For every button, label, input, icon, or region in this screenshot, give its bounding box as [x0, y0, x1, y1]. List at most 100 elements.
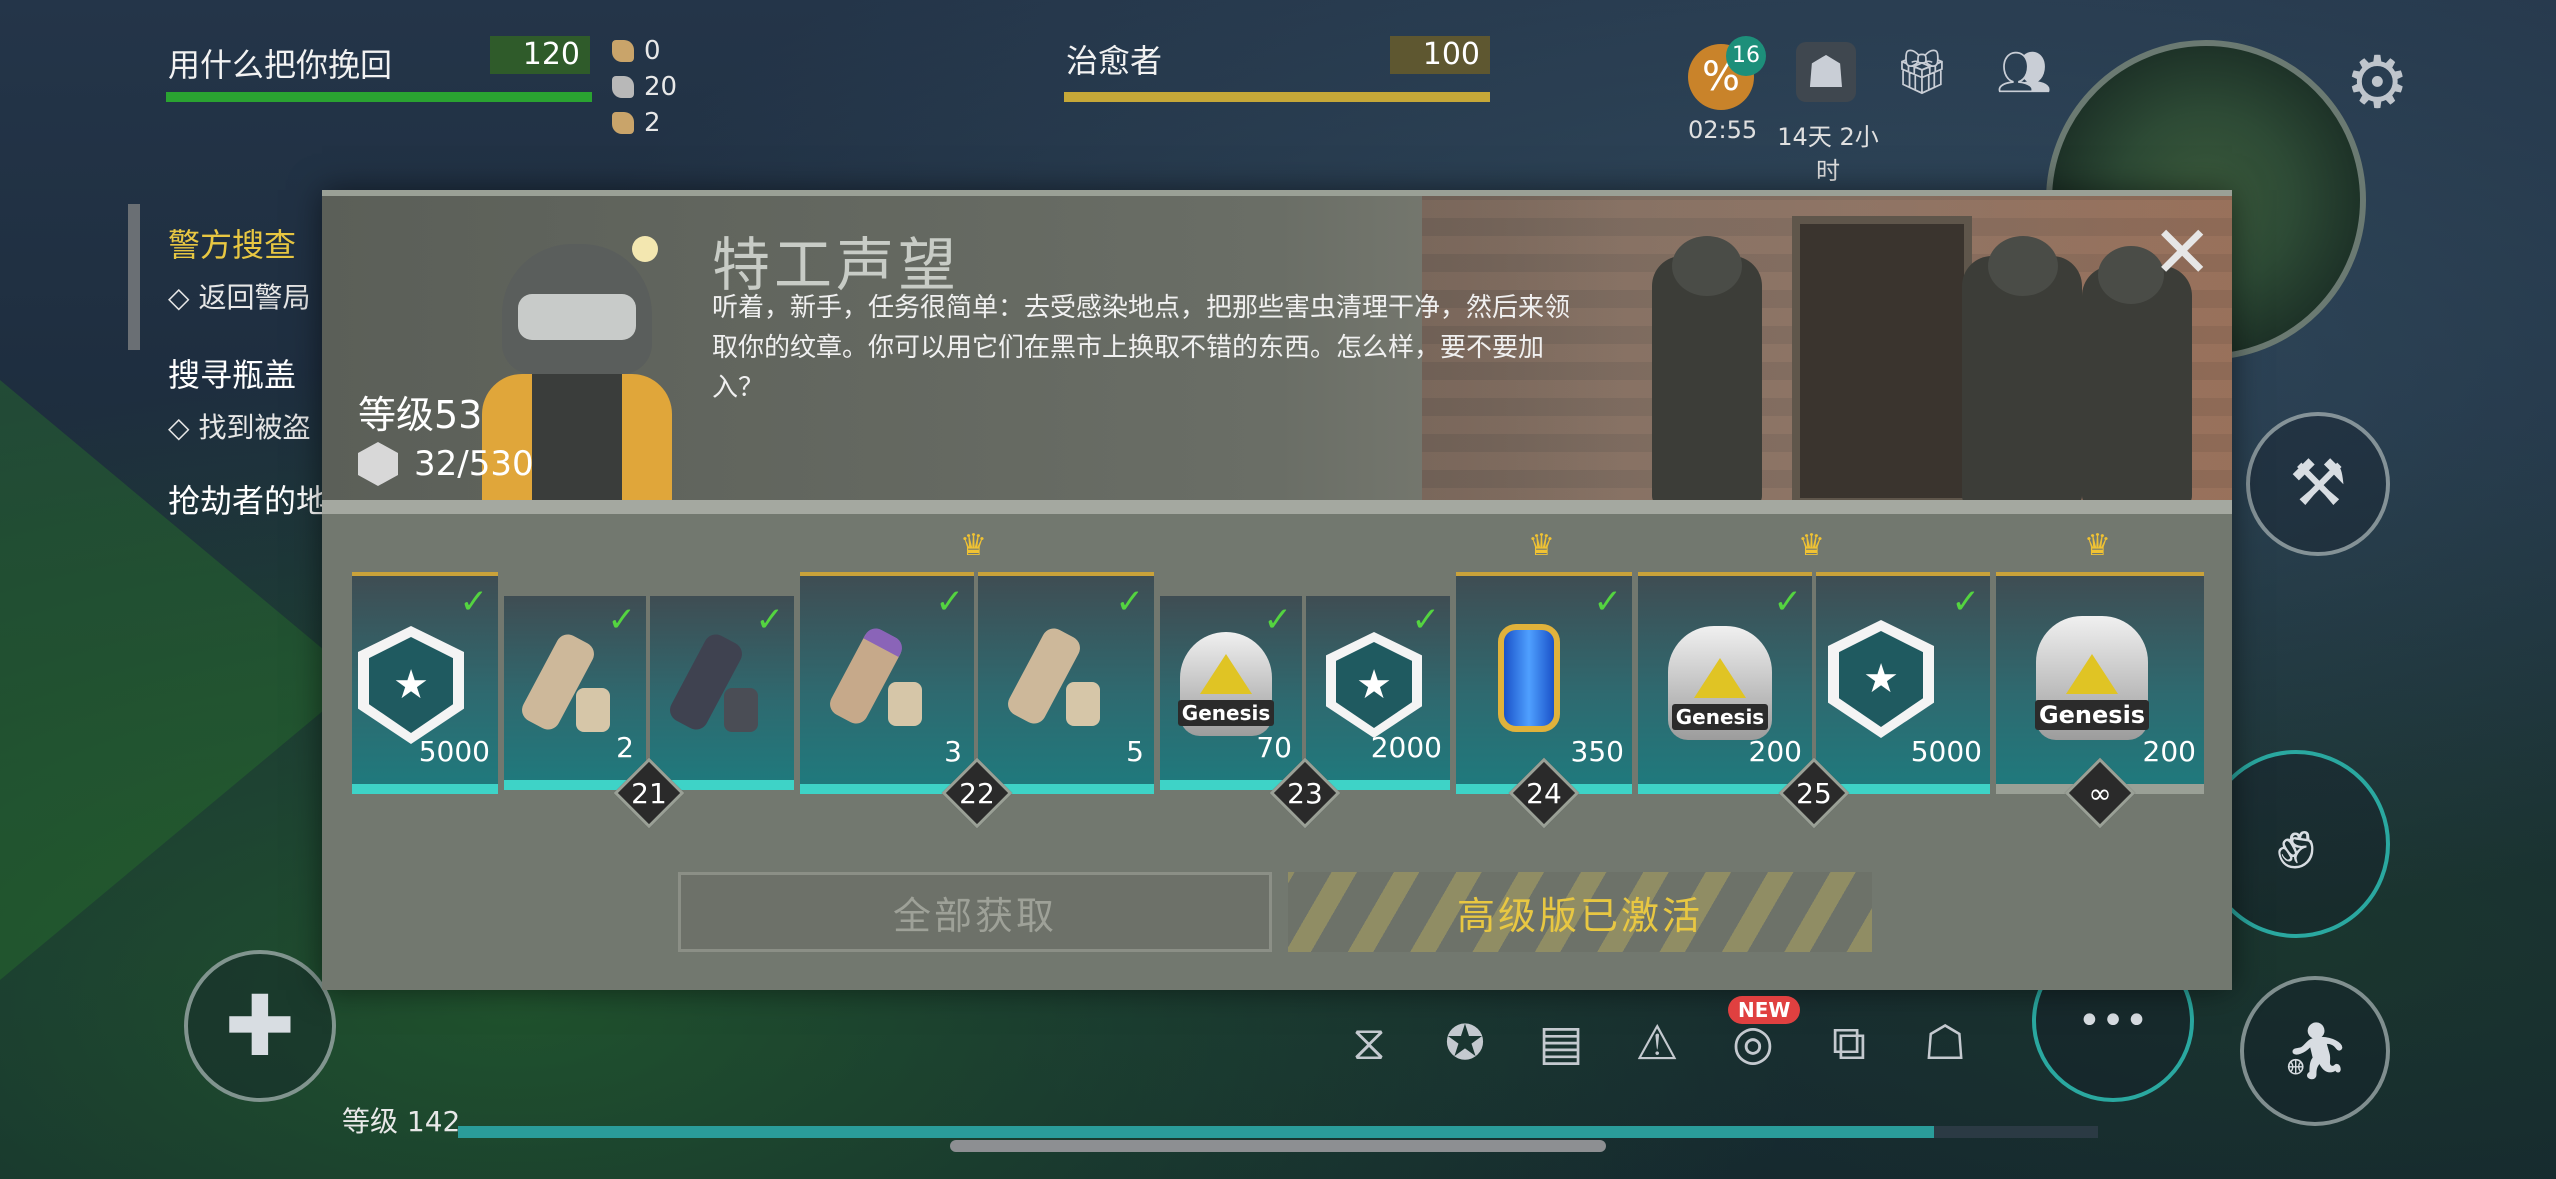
illustration-helmet — [1672, 236, 1742, 296]
tier-progress-fill — [352, 784, 498, 794]
reward-card[interactable]: ✓ 5 — [978, 572, 1154, 794]
wolf-event-icon[interactable]: ☗ — [1796, 42, 1856, 102]
reward-card[interactable]: ✓ 2 — [504, 596, 646, 790]
player-value: 120 — [490, 36, 590, 74]
quest-title[interactable]: 警方搜查 — [168, 220, 328, 266]
sale-count-badge: 16 — [1726, 36, 1766, 76]
bag-reward-icon — [1003, 624, 1100, 728]
reward-tier: ♛ Genesis ✓ 200 ★ ✓ 5000 25 — [1638, 528, 1990, 829]
shield-star-icon[interactable]: ✪ — [1426, 1004, 1504, 1082]
resource-bullet: 0 — [612, 36, 677, 66]
bullet-icon — [612, 40, 634, 62]
sale-timer: 02:55 — [1688, 116, 1758, 144]
player-xp-bar — [458, 1126, 2098, 1138]
reward-amount: 70 — [1256, 731, 1292, 764]
reward-card[interactable]: ✓ 3 — [800, 572, 974, 794]
close-icon[interactable]: ✕ — [2152, 216, 2212, 288]
resource-fly: 20 — [612, 72, 677, 102]
new-badge: NEW — [1728, 996, 1801, 1024]
gift-icon[interactable]: 🎁︎ — [1892, 42, 1952, 102]
reputation-emblem-icon — [358, 442, 398, 486]
claimed-check-icon: ✓ — [1773, 582, 1803, 622]
player-level: 等级 142 — [342, 1105, 461, 1138]
premium-activated-label: 高级版已激活 — [1288, 872, 1872, 952]
reputation-modal: 特工声望 听着，新手，任务很简单：去受感染地点，把那些害虫清理干净，然后来领取你… — [322, 190, 2232, 990]
tier-number: 22 — [959, 777, 995, 810]
illustration-door — [1792, 216, 1972, 500]
claimed-check-icon: ✓ — [935, 582, 965, 622]
tier-number: 25 — [1796, 777, 1832, 810]
reward-tier: ✓ 2 ✓ 21 — [504, 572, 794, 829]
reward-card[interactable]: ★ ✓ 5000 — [352, 572, 498, 794]
reward-tier: ♛ ✓ 3 ✓ 5 22 — [800, 528, 1154, 829]
quest-title[interactable]: 抢劫者的地 — [168, 476, 328, 522]
bag-dark-reward-icon — [665, 630, 758, 734]
crown-icon: ♛ — [1528, 528, 1555, 563]
bag-purple-reward-icon — [825, 624, 922, 728]
bottom-toolbar: ⧖ ✪ ▤ ⚠ ◎ ⧉ ☖ — [1330, 1004, 1984, 1082]
craft-hammer-icon[interactable]: ⚒ — [2246, 412, 2390, 556]
tier-number: ∞ — [2088, 777, 2112, 810]
tier-number: 24 — [1526, 777, 1562, 810]
quest-sub: ◇ 找到被盗 — [168, 411, 311, 444]
genesis-reward-icon: Genesis — [2034, 616, 2150, 740]
shell-icon — [612, 112, 634, 134]
reward-amount: 3 — [944, 735, 962, 768]
backpack-icon[interactable]: ☖ — [1906, 1004, 1984, 1082]
add-button[interactable]: ✚ — [184, 950, 336, 1102]
quest-list-marker — [128, 204, 140, 350]
reward-track: ★ ✓ 5000 ✓ 2 ✓ 21 ♛ ✓ 3 ✓ 5 22 Genesis ✓… — [322, 528, 2232, 829]
reward-amount: 350 — [1570, 735, 1624, 768]
dna-capsule-reward-icon — [1498, 624, 1560, 732]
reward-amount: 200 — [2142, 735, 2196, 768]
reward-card[interactable]: ✓ — [650, 596, 794, 790]
shield-reward-icon: ★ — [358, 626, 464, 744]
alert-icon[interactable]: ⚠ — [1618, 1004, 1696, 1082]
player-health-bar — [166, 92, 592, 102]
claimed-check-icon: ✓ — [1115, 582, 1145, 622]
crown-icon: ♛ — [960, 528, 987, 563]
fly-icon — [612, 76, 634, 98]
reward-tier: ★ ✓ 5000 — [352, 572, 498, 794]
tier-number: 21 — [631, 777, 667, 810]
clipboard-icon[interactable]: ▤ — [1522, 1004, 1600, 1082]
reward-card[interactable]: Genesis ✓ 200 — [1638, 572, 1812, 794]
reward-amount: 5000 — [1910, 735, 1982, 768]
shield-reward-icon: ★ — [1828, 620, 1934, 738]
reward-card[interactable]: Genesis ✓ 70 — [1160, 596, 1302, 790]
quest-sub: ◇ 返回警局 — [168, 281, 311, 314]
crown-icon: ♛ — [1798, 528, 1825, 563]
shield-reward-icon: ★ — [1326, 632, 1422, 738]
crouch-icon[interactable]: ⛹︎ — [2240, 976, 2390, 1126]
reward-card[interactable]: ★ ✓ 2000 — [1306, 596, 1450, 790]
claimed-check-icon: ✓ — [1951, 582, 1981, 622]
claimed-check-icon: ✓ — [459, 582, 489, 622]
quest-list: 警方搜查 ◇ 返回警局 搜寻瓶盖 ◇ 找到被盗 抢劫者的地 — [168, 220, 328, 522]
reward-amount: 5000 — [418, 735, 490, 768]
claimed-check-icon: ✓ — [1263, 600, 1293, 640]
partner-name: 治愈者 — [1066, 42, 1163, 80]
resource-shell: 2 — [612, 108, 677, 138]
system-home-indicator[interactable] — [950, 1140, 1606, 1152]
modal-header: 特工声望 听着，新手，任务很简单：去受感染地点，把那些害虫清理干净，然后来领取你… — [322, 190, 2232, 500]
illustration-helmet — [1988, 236, 2058, 296]
map-icon[interactable]: ⧉ — [1810, 1004, 1888, 1082]
reward-card[interactable]: ★ ✓ 5000 — [1816, 572, 1990, 794]
dna-icon[interactable]: ⧖ — [1330, 1004, 1408, 1082]
quest-title[interactable]: 搜寻瓶盖 — [168, 350, 328, 396]
reward-amount: 200 — [1748, 735, 1802, 768]
genesis-reward-icon: Genesis — [1668, 626, 1772, 740]
reward-tier: ♛ ✓ 350 24 — [1456, 528, 1632, 829]
reputation-level: 等级53 — [358, 393, 483, 437]
friends-icon[interactable]: 👥︎ — [1994, 42, 2054, 102]
settings-gear-icon[interactable]: ⚙ — [2345, 40, 2410, 124]
player-name: 用什么把你挽回 — [168, 46, 393, 84]
genesis-reward-icon: Genesis — [1177, 632, 1275, 736]
partner-health-bar — [1064, 92, 1490, 102]
reward-amount: 2 — [616, 731, 634, 764]
header-divider — [322, 500, 2232, 514]
tier-number: 23 — [1287, 777, 1323, 810]
claim-all-button[interactable]: 全部获取 — [678, 872, 1272, 952]
claimed-check-icon: ✓ — [755, 600, 785, 640]
bag-reward-icon — [517, 630, 610, 734]
